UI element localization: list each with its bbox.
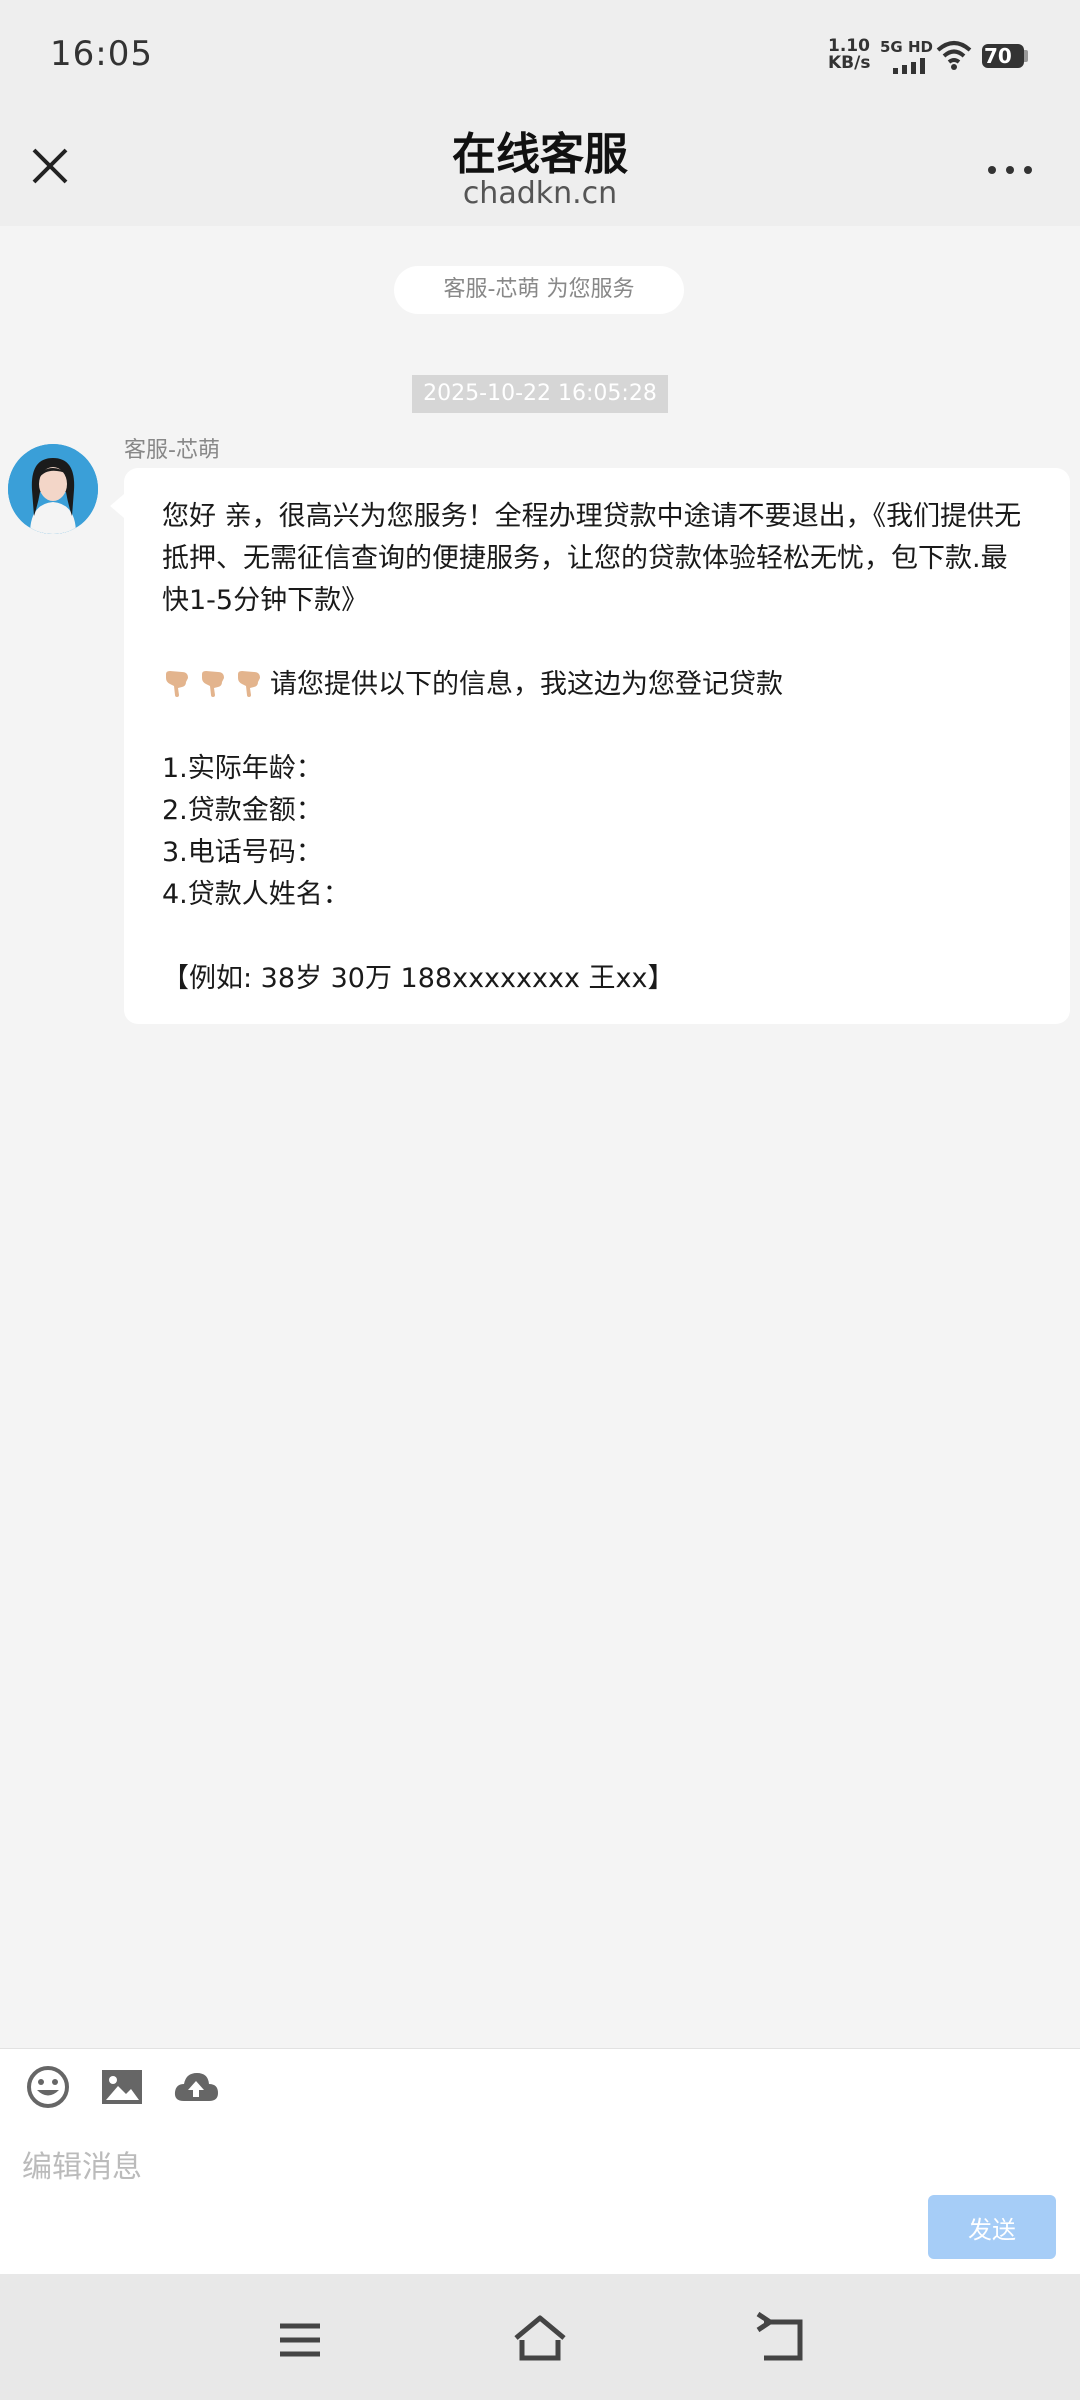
status-time: 16:05	[50, 34, 153, 74]
agent-avatar[interactable]	[8, 444, 98, 534]
message-input[interactable]	[20, 2141, 924, 2193]
message-intro: 您好 亲，很高兴为您服务！全程办理贷款中途请不要退出，《我们提供无抵押、无需征信…	[162, 501, 1022, 616]
image-icon[interactable]	[98, 2063, 146, 2111]
form-item: 3.电话号码：	[162, 837, 323, 868]
message-request-text: 请您提供以下的信息，我这边为您登记贷款	[270, 669, 783, 700]
pointing-down-icon	[202, 671, 224, 697]
form-item: 2.贷款金额：	[162, 795, 323, 826]
pointing-down-icon	[238, 671, 260, 697]
send-button[interactable]: 发送	[928, 2195, 1056, 2259]
upload-cloud-icon[interactable]	[172, 2063, 220, 2111]
battery-icon: 70	[982, 44, 1024, 68]
message-timestamp: 2025-10-22 16:05:28	[412, 375, 668, 413]
signal-icon	[893, 58, 925, 74]
message-example: 【例如: 38岁 30万 188xxxxxxxx 王xx】	[162, 963, 675, 994]
more-dot	[988, 166, 996, 174]
menu-icon[interactable]	[270, 2310, 330, 2370]
battery-cap	[1024, 50, 1028, 62]
composer: 发送	[0, 2048, 1080, 2275]
page-subtitle: chadkn.cn	[462, 176, 618, 211]
pointing-down-icon	[166, 671, 188, 697]
agent-name: 客服-芯萌	[124, 438, 220, 463]
form-item: 4.贷款人姓名：	[162, 879, 350, 910]
network-speed-unit: KB/s	[828, 53, 871, 73]
home-icon[interactable]	[510, 2310, 570, 2370]
status-bar: 16:05 1.10 KB/s 5G HD 70	[0, 0, 1080, 100]
message-request: 请您提供以下的信息，我这边为您登记贷款	[162, 664, 1032, 706]
wifi-icon	[936, 41, 972, 70]
back-icon[interactable]	[750, 2310, 810, 2370]
more-dot	[1006, 166, 1014, 174]
more-dot	[1024, 166, 1032, 174]
header: 在线客服 chadkn.cn	[0, 100, 1080, 226]
message-bubble: 您好 亲，很高兴为您服务！全程办理贷款中途请不要退出，《我们提供无抵押、无需征信…	[110, 468, 1070, 1024]
service-notice: 客服-芯萌 为您服务	[394, 266, 684, 314]
system-nav-bar	[0, 2274, 1080, 2400]
form-item: 1.实际年龄：	[162, 753, 323, 784]
chat-screen: 16:05 1.10 KB/s 5G HD 70 在线客服 chadkn.cn	[0, 0, 1080, 2400]
network-speed: 1.10 KB/s	[828, 38, 871, 73]
avatar-image	[8, 444, 98, 534]
emoji-icon[interactable]	[24, 2063, 72, 2111]
page-title: 在线客服	[452, 129, 628, 180]
network-type: 5G HD	[880, 38, 933, 56]
more-icon[interactable]	[980, 160, 1040, 200]
